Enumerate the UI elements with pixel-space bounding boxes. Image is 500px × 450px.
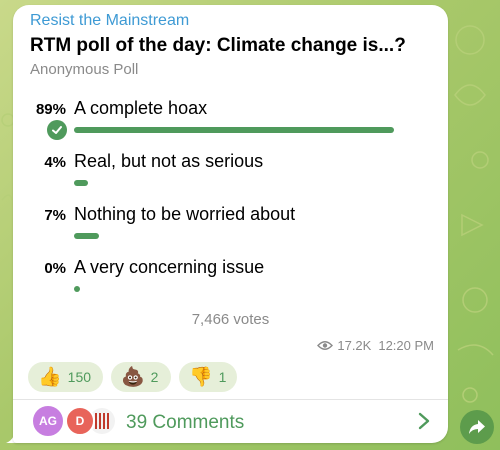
poll-type-label: Anonymous Poll — [30, 61, 139, 78]
poop-icon: 💩 — [121, 366, 145, 388]
avatar: D — [65, 406, 95, 436]
poll-option[interactable]: 7% Nothing to be worried about — [13, 201, 448, 246]
message-meta: 17.2K 12:20 PM — [317, 338, 434, 353]
reaction-count: 2 — [150, 369, 159, 385]
reaction-count: 1 — [218, 369, 227, 385]
thumbs-down-icon: 👎 — [189, 366, 213, 388]
option-label: Nothing to be worried about — [74, 204, 296, 224]
reaction-thumbs-up[interactable]: 👍 150 — [28, 362, 103, 392]
avatar: AG — [31, 404, 65, 438]
option-label: Real, but not as serious — [74, 151, 264, 171]
eye-icon — [317, 341, 334, 350]
poll-question: RTM poll of the day: Climate change is..… — [30, 35, 406, 56]
option-result-bar — [74, 180, 88, 186]
share-button[interactable] — [460, 410, 494, 444]
comments-count: 39 Comments — [126, 412, 245, 433]
option-percent: 89% — [35, 101, 66, 118]
reaction-count: 150 — [67, 369, 92, 385]
option-label: A complete hoax — [74, 98, 208, 118]
reaction-poop[interactable]: 💩 2 — [111, 362, 171, 392]
option-percent: 0% — [44, 260, 66, 277]
chevron-right-icon — [418, 412, 430, 430]
poll-option[interactable]: 89% A complete hoax — [13, 95, 448, 140]
poll-option[interactable]: 0% A very concerning issue — [13, 254, 448, 299]
share-arrow-icon — [469, 420, 485, 434]
option-result-bar — [74, 233, 99, 239]
comments-button[interactable]: D AG 39 Comments — [13, 400, 448, 443]
reaction-thumbs-down[interactable]: 👎 1 — [179, 362, 237, 392]
channel-name[interactable]: Resist the Mainstream — [30, 12, 189, 30]
poll-option[interactable]: 4% Real, but not as serious — [13, 148, 448, 193]
poll-message-bubble[interactable]: Resist the Mainstream RTM poll of the da… — [13, 5, 448, 443]
option-result-bar — [74, 286, 80, 292]
option-label: A very concerning issue — [74, 257, 265, 277]
option-percent: 7% — [44, 207, 66, 224]
option-result-bar — [74, 127, 394, 133]
thumbs-up-icon: 👍 — [38, 366, 62, 388]
option-percent: 4% — [44, 154, 66, 171]
chosen-check-icon — [47, 120, 67, 140]
total-votes[interactable]: 7,466 votes — [13, 311, 448, 328]
view-count: 17.2K — [337, 338, 372, 353]
message-time: 12:20 PM — [378, 338, 434, 353]
